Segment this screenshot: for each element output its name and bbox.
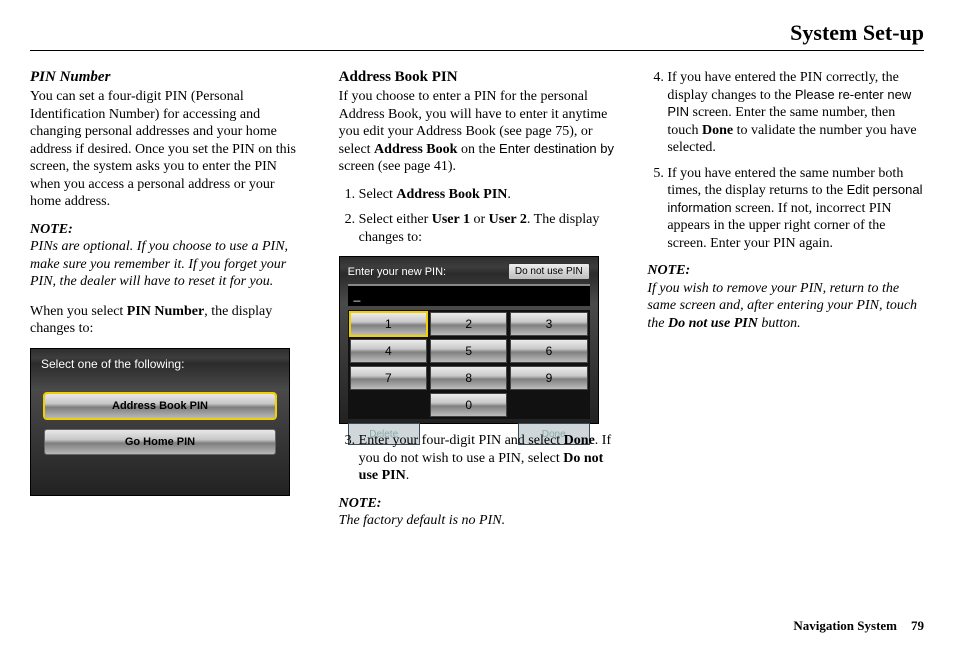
address-book-pin-button[interactable]: Address Book PIN (44, 393, 276, 419)
keypad: 1 2 3 4 5 6 7 8 9 0 (348, 310, 590, 419)
note-label-2: NOTE: (339, 495, 616, 513)
donotusepin-bold-2: Do not use PIN (668, 316, 758, 331)
step-2: Select either User 1 or User 2. The disp… (359, 211, 616, 246)
page-title: System Set-up (30, 20, 924, 51)
key-2[interactable]: 2 (430, 312, 507, 336)
do-not-use-pin-button[interactable]: Do not use PIN (508, 263, 590, 280)
address-book-pin-intro: If you choose to enter a PIN for the per… (339, 88, 616, 176)
screen1-prompt: Select one of the following: (41, 357, 279, 371)
key-0[interactable]: 0 (430, 393, 507, 417)
text: or (470, 212, 489, 227)
step-5: If you have entered the same number both… (667, 165, 924, 253)
footer-label: Navigation System (793, 618, 897, 634)
text: button. (758, 316, 801, 331)
key-5[interactable]: 5 (430, 339, 507, 363)
page-footer: Navigation System 79 (30, 618, 924, 634)
step-4: If you have entered the PIN correctly, t… (667, 69, 924, 157)
key-1[interactable]: 1 (350, 312, 427, 336)
done-bold: Done (564, 433, 595, 448)
user1-bold: User 1 (432, 212, 470, 227)
steps-list-3: If you have entered the PIN correctly, t… (647, 69, 924, 252)
text: . (406, 468, 410, 483)
text: Select either (359, 212, 432, 227)
steps-list-1: Select Address Book PIN. Select either U… (339, 186, 616, 247)
pin-number-transition: When you select PIN Number, the display … (30, 303, 307, 338)
key-7[interactable]: 7 (350, 366, 427, 390)
page-number: 79 (911, 618, 924, 634)
column-1: PIN Number You can set a four-digit PIN … (30, 69, 307, 612)
note-label-3: NOTE: (647, 262, 924, 280)
screenshot-enter-pin: Enter your new PIN: Do not use PIN _ 1 2… (339, 256, 599, 424)
go-home-pin-button[interactable]: Go Home PIN (44, 429, 276, 455)
done-bold-2: Done (702, 123, 733, 138)
user2-bold: User 2 (489, 212, 527, 227)
note-body-3: If you wish to remove your PIN, return t… (647, 280, 924, 333)
step1-bold: Address Book PIN (396, 187, 507, 202)
step-1: Select Address Book PIN. (359, 186, 616, 204)
text: Enter your four-digit PIN and select (359, 433, 564, 448)
content-columns: PIN Number You can set a four-digit PIN … (30, 69, 924, 612)
text: . (507, 187, 511, 202)
column-3: If you have entered the PIN correctly, t… (647, 69, 924, 612)
pin-number-heading: PIN Number (30, 69, 307, 86)
note-body-1: PINs are optional. If you choose to use … (30, 238, 307, 291)
screenshot-select-pin: Select one of the following: Address Boo… (30, 348, 290, 496)
pin-number-intro: You can set a four-digit PIN (Personal I… (30, 88, 307, 211)
pin-entry-field[interactable]: _ (348, 284, 590, 306)
key-6[interactable]: 6 (510, 339, 587, 363)
key-8[interactable]: 8 (430, 366, 507, 390)
note-body-2: The factory default is no PIN. (339, 512, 616, 530)
key-9[interactable]: 9 (510, 366, 587, 390)
column-2: Address Book PIN If you choose to enter … (339, 69, 616, 612)
enter-destination-label: Enter destination by (499, 141, 614, 156)
steps-list-2: Enter your four-digit PIN and select Don… (339, 432, 616, 485)
text: When you select (30, 304, 127, 319)
text: on the (457, 142, 499, 157)
pin-number-bold: PIN Number (127, 304, 204, 319)
note-label: NOTE: (30, 221, 307, 239)
text: Select (359, 187, 397, 202)
text: screen (see page 41). (339, 159, 456, 174)
key-3[interactable]: 3 (510, 312, 587, 336)
address-book-bold: Address Book (374, 142, 457, 157)
key-4[interactable]: 4 (350, 339, 427, 363)
address-book-pin-heading: Address Book PIN (339, 69, 616, 86)
step-3: Enter your four-digit PIN and select Don… (359, 432, 616, 485)
screen2-prompt: Enter your new PIN: (348, 266, 446, 278)
